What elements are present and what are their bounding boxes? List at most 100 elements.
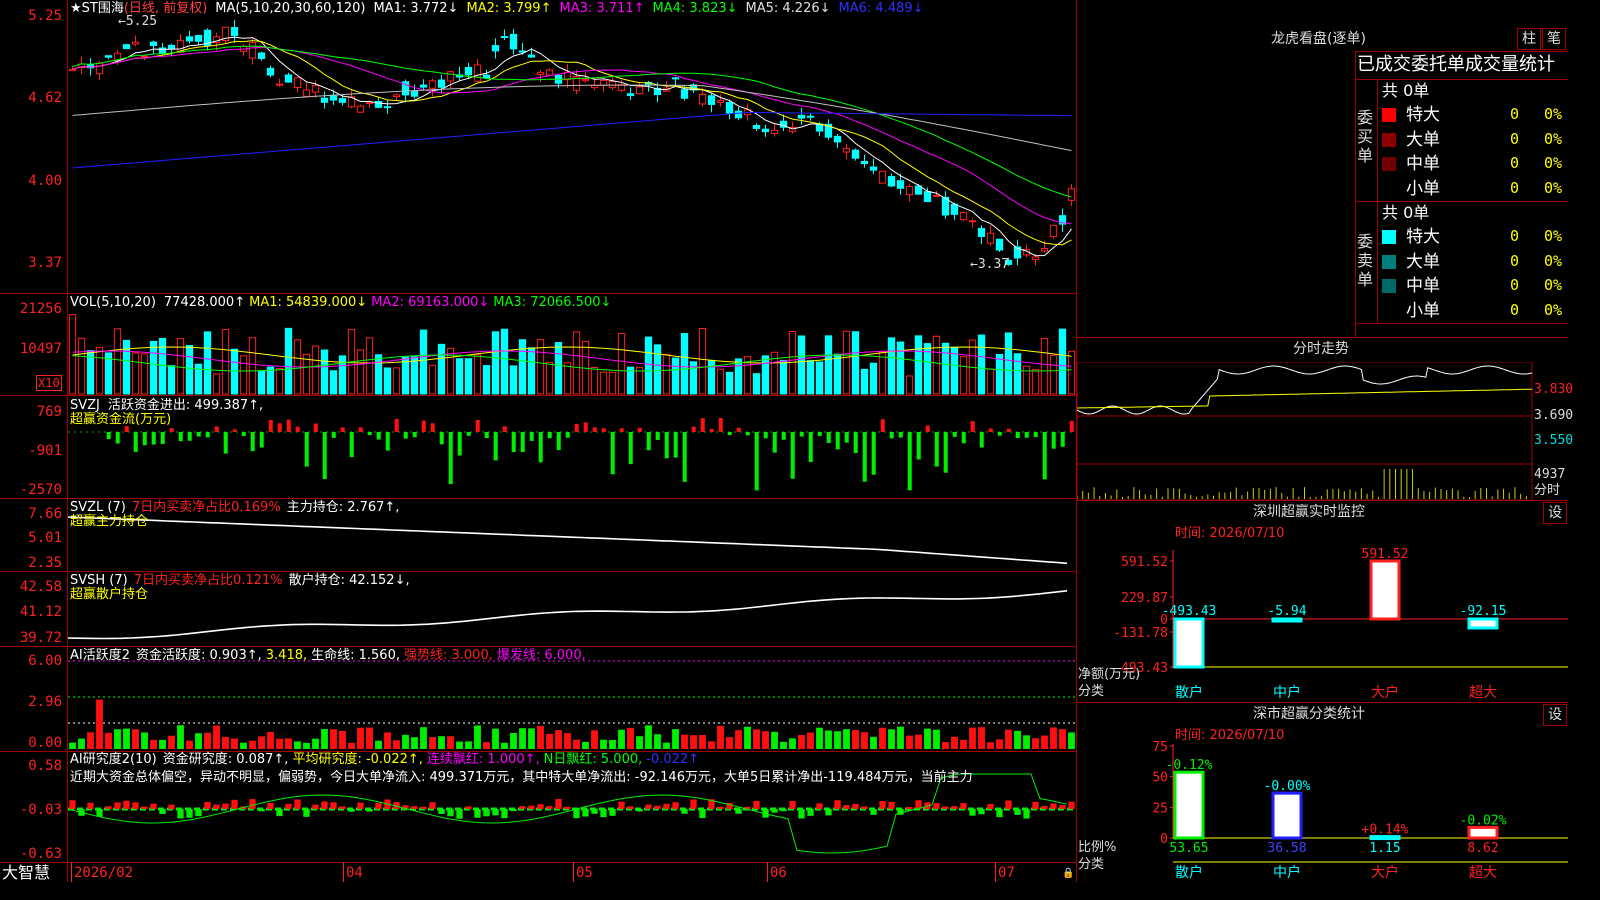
research-bar	[294, 799, 301, 809]
research-bar	[987, 803, 994, 809]
kline-chart[interactable]	[68, 0, 1076, 293]
research-bar	[573, 809, 580, 819]
svzj-subtitle: 超赢资金流(万元)	[70, 412, 172, 427]
buy-row-0: 特大 0 0%	[1077, 104, 1568, 126]
research-bar	[195, 809, 202, 817]
research-bar	[456, 809, 463, 819]
volume-bar	[1031, 369, 1040, 395]
ai2-axis-label: 0.58	[28, 758, 62, 774]
research-bar	[951, 806, 958, 809]
activity-bar	[618, 729, 625, 749]
sz-monitor-chart[interactable]: 591.52229.870-131.78-493.43-493.43散户-5.9…	[1077, 540, 1568, 702]
volume-bar	[212, 373, 221, 395]
research-bar	[213, 804, 220, 809]
candle-body	[383, 106, 392, 109]
sz-monitor-settings-button[interactable]: 设	[1543, 502, 1567, 524]
ai1-strong: 强势线: 3.000,	[404, 648, 493, 663]
flow-bar	[601, 428, 606, 432]
activity-bar	[852, 729, 859, 749]
volume-bar	[302, 353, 311, 395]
research-bar	[249, 799, 256, 809]
price-axis-label: 3.37	[28, 255, 62, 271]
sz-class-settings-button[interactable]: 设	[1543, 704, 1567, 726]
activity-bar	[510, 732, 517, 749]
candle-body	[167, 44, 176, 50]
activity-bar	[996, 739, 1003, 749]
activity-bar	[537, 725, 544, 749]
tick-mode-button[interactable]: 笔	[1542, 28, 1566, 50]
bar-mode-button[interactable]: 柱	[1517, 28, 1541, 50]
divider	[1355, 79, 1568, 80]
activity-bar	[1032, 738, 1039, 749]
ma1-line	[72, 36, 1072, 257]
flow-bar	[754, 432, 759, 491]
activity-bar	[564, 732, 571, 749]
research-bar	[546, 806, 553, 809]
activity-bar	[267, 731, 274, 749]
volume-bar	[851, 331, 860, 395]
volume-bar	[500, 328, 509, 395]
candle-body	[860, 160, 869, 165]
flow-bar	[736, 427, 741, 432]
ai1-axis-label: 2.96	[28, 694, 62, 710]
activity-bar	[456, 741, 463, 749]
date-axis-label: 05	[576, 865, 593, 881]
research-bar	[438, 809, 445, 814]
date-tick	[343, 862, 344, 882]
ai-research-chart[interactable]	[68, 752, 1076, 862]
activity-bar	[771, 731, 778, 749]
activity-bar	[276, 738, 283, 749]
research-bar	[420, 806, 427, 809]
volume-bar	[527, 347, 536, 395]
sz-class-chart[interactable]: 7550250-0.12%53.65散户-0.00%36.58中户+0.14%1…	[1077, 740, 1568, 882]
volume-bar	[311, 345, 320, 395]
research-bar	[690, 799, 697, 809]
sz-monitor-bar	[1467, 617, 1499, 630]
high-price-mark: ←5.25	[118, 14, 158, 29]
volume-bar	[374, 354, 383, 395]
sz-class-xlabel: 分类	[1078, 857, 1105, 872]
research-bar	[636, 809, 643, 812]
research-bar	[600, 809, 607, 818]
svsh-hold: 散户持仓: 42.152↓,	[288, 573, 410, 588]
sz-monitor-title: 深圳超赢实时监控	[1253, 504, 1365, 520]
volume-bar	[113, 328, 122, 395]
activity-bar	[330, 729, 337, 749]
flow-bar	[1033, 432, 1038, 438]
candle-body	[149, 41, 158, 46]
activity-bar	[861, 732, 868, 749]
lock-icon[interactable]: 🔒	[1062, 866, 1074, 881]
research-bar	[942, 806, 949, 809]
intraday-chart[interactable]	[1077, 362, 1568, 500]
research-bar	[510, 809, 517, 812]
order-pct: 0%	[1544, 178, 1563, 197]
flow-bar	[205, 432, 210, 438]
chart-area[interactable]: ★ST围海(日线, 前复权) MA(5,10,20,30,60,120) MA1: …	[0, 0, 1077, 882]
order-count: 0	[1510, 129, 1520, 148]
flow-bar	[196, 432, 201, 437]
activity-bar	[447, 736, 454, 749]
volume-bar	[959, 356, 968, 395]
flow-bar	[169, 428, 174, 432]
research-bar	[753, 800, 760, 809]
flow-bar	[547, 432, 552, 439]
activity-bar	[645, 725, 652, 749]
divider	[1077, 702, 1568, 703]
sz-monitor-category: 大户	[1371, 684, 1399, 701]
candle-body	[1049, 224, 1058, 237]
activity-bar	[1023, 735, 1030, 749]
flow-bar	[538, 432, 543, 463]
order-type: 小单	[1406, 178, 1440, 199]
research-bar	[834, 800, 841, 809]
candle-body	[950, 203, 959, 215]
activity-bar	[735, 730, 742, 749]
volume-bar	[752, 373, 761, 395]
research-bar	[870, 809, 877, 815]
candle-body	[725, 102, 734, 114]
research-bar	[528, 805, 535, 809]
svzj-axis-label: -901	[28, 443, 62, 459]
activity-bar	[519, 728, 526, 749]
flow-bar	[889, 432, 894, 439]
flow-bar	[646, 432, 651, 451]
volume-bar	[545, 361, 554, 395]
